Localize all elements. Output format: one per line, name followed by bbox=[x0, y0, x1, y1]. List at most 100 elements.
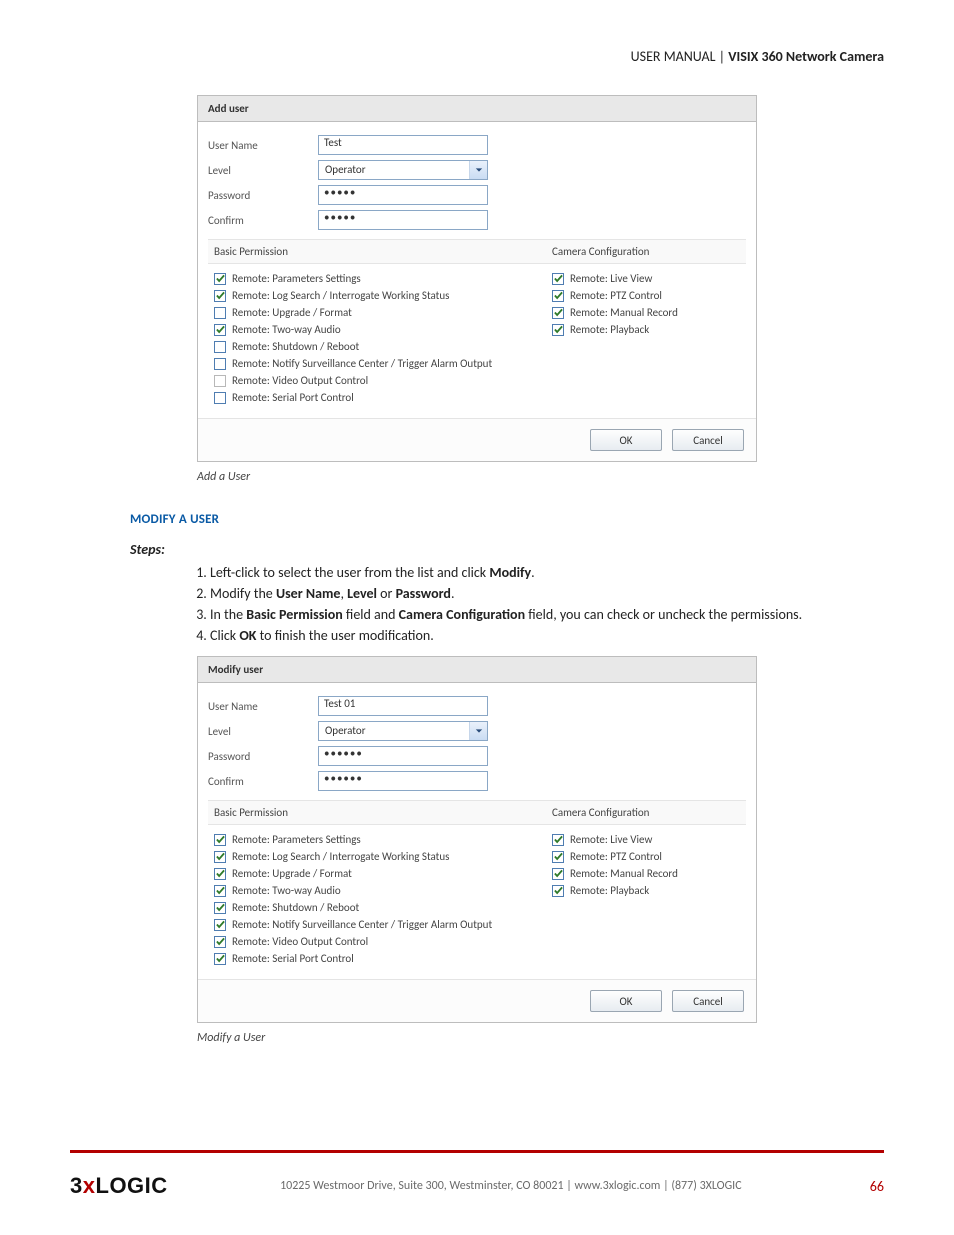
camera-config-header: Camera Configuration bbox=[546, 800, 746, 825]
permission-item[interactable]: Remote: Serial Port Control bbox=[214, 391, 540, 404]
chevron-down-icon bbox=[469, 722, 487, 740]
permission-label: Remote: Notify Surveillance Center / Tri… bbox=[232, 357, 492, 370]
permission-label: Remote: Parameters Settings bbox=[232, 833, 361, 846]
checkbox[interactable] bbox=[552, 324, 564, 336]
permission-label: Remote: Log Search / Interrogate Working… bbox=[232, 289, 449, 302]
checkbox[interactable] bbox=[214, 834, 226, 846]
confirm-input[interactable]: •••••• bbox=[318, 771, 488, 791]
checkbox[interactable] bbox=[214, 936, 226, 948]
checkbox[interactable] bbox=[214, 273, 226, 285]
permission-item[interactable]: Remote: Live View bbox=[552, 833, 740, 846]
permission-label: Remote: Upgrade / Format bbox=[232, 306, 352, 319]
cancel-button[interactable]: Cancel bbox=[672, 990, 744, 1012]
permission-item[interactable]: Remote: Video Output Control bbox=[214, 374, 540, 387]
confirm-label: Confirm bbox=[208, 775, 318, 788]
permission-label: Remote: Playback bbox=[570, 323, 649, 336]
add-user-dialog: Add user User Name Test Level Operator P… bbox=[197, 95, 757, 462]
checkbox[interactable] bbox=[214, 341, 226, 353]
checkbox[interactable] bbox=[214, 324, 226, 336]
perm-right-list: Remote: Live View Remote: PTZ Control Remo… bbox=[546, 264, 746, 344]
checkbox[interactable] bbox=[214, 358, 226, 370]
permission-label: Remote: Serial Port Control bbox=[232, 952, 354, 965]
checkbox[interactable] bbox=[214, 919, 226, 931]
permission-item[interactable]: Remote: PTZ Control bbox=[552, 850, 740, 863]
checkbox[interactable] bbox=[214, 375, 226, 387]
username-input[interactable]: Test 01 bbox=[318, 696, 488, 716]
permission-item[interactable]: Remote: Two-way Audio bbox=[214, 323, 540, 336]
checkbox[interactable] bbox=[214, 868, 226, 880]
ok-button[interactable]: OK bbox=[590, 990, 662, 1012]
checkbox[interactable] bbox=[552, 834, 564, 846]
permission-item[interactable]: Remote: Log Search / Interrogate Working… bbox=[214, 850, 540, 863]
permission-label: Remote: Live View bbox=[570, 272, 652, 285]
permission-item[interactable]: Remote: Video Output Control bbox=[214, 935, 540, 948]
permission-label: Remote: Playback bbox=[570, 884, 649, 897]
checkbox[interactable] bbox=[214, 392, 226, 404]
steps-list: Left-click to select the user from the l… bbox=[170, 564, 824, 644]
password-input[interactable]: •••••• bbox=[318, 746, 488, 766]
level-select[interactable]: Operator bbox=[318, 721, 488, 741]
checkbox[interactable] bbox=[214, 885, 226, 897]
cancel-button[interactable]: Cancel bbox=[672, 429, 744, 451]
permission-item[interactable]: Remote: Manual Record bbox=[552, 867, 740, 880]
basic-permission-header: Basic Permission bbox=[208, 800, 546, 825]
brand-logo: 3xLOGIC bbox=[70, 1173, 168, 1199]
permission-item[interactable]: Remote: PTZ Control bbox=[552, 289, 740, 302]
password-input[interactable]: ••••• bbox=[318, 185, 488, 205]
perm-left-list: Remote: Parameters Settings Remote: Log S… bbox=[208, 825, 546, 973]
doc-header-product: VISIX 360 Network Camera bbox=[728, 48, 884, 65]
checkbox[interactable] bbox=[214, 851, 226, 863]
level-label: Level bbox=[208, 725, 318, 738]
permission-item[interactable]: Remote: Log Search / Interrogate Working… bbox=[214, 289, 540, 302]
permission-item[interactable]: Remote: Serial Port Control bbox=[214, 952, 540, 965]
permission-label: Remote: Shutdown / Reboot bbox=[232, 901, 359, 914]
checkbox[interactable] bbox=[552, 307, 564, 319]
permission-item[interactable]: Remote: Live View bbox=[552, 272, 740, 285]
permission-item[interactable]: Remote: Notify Surveillance Center / Tri… bbox=[214, 918, 540, 931]
permission-item[interactable]: Remote: Playback bbox=[552, 884, 740, 897]
checkbox[interactable] bbox=[214, 953, 226, 965]
permission-item[interactable]: Remote: Parameters Settings bbox=[214, 272, 540, 285]
doc-header-prefix: USER MANUAL | bbox=[631, 48, 729, 65]
figure-caption: Modify a User bbox=[197, 1031, 757, 1045]
username-input[interactable]: Test bbox=[318, 135, 488, 155]
permission-item[interactable]: Remote: Playback bbox=[552, 323, 740, 336]
checkbox[interactable] bbox=[214, 902, 226, 914]
steps-label: Steps: bbox=[130, 541, 824, 558]
checkbox[interactable] bbox=[552, 273, 564, 285]
permission-item[interactable]: Remote: Upgrade / Format bbox=[214, 867, 540, 880]
ok-button[interactable]: OK bbox=[590, 429, 662, 451]
permission-item[interactable]: Remote: Shutdown / Reboot bbox=[214, 340, 540, 353]
checkbox[interactable] bbox=[214, 290, 226, 302]
dialog-title: Add user bbox=[198, 96, 756, 122]
checkbox[interactable] bbox=[552, 851, 564, 863]
permission-label: Remote: Video Output Control bbox=[232, 374, 368, 387]
password-label: Password bbox=[208, 189, 318, 202]
modify-user-dialog: Modify user User Name Test 01 Level Oper… bbox=[197, 656, 757, 1023]
checkbox[interactable] bbox=[552, 290, 564, 302]
section-heading: MODIFY A USER bbox=[130, 512, 824, 527]
permission-item[interactable]: Remote: Shutdown / Reboot bbox=[214, 901, 540, 914]
permission-item[interactable]: Remote: Parameters Settings bbox=[214, 833, 540, 846]
username-label: User Name bbox=[208, 139, 318, 152]
permission-item[interactable]: Remote: Manual Record bbox=[552, 306, 740, 319]
perm-left-list: Remote: Parameters Settings Remote: Log S… bbox=[208, 264, 546, 412]
checkbox[interactable] bbox=[552, 885, 564, 897]
permission-item[interactable]: Remote: Two-way Audio bbox=[214, 884, 540, 897]
username-label: User Name bbox=[208, 700, 318, 713]
step-item: Modify the User Name, Level or Password. bbox=[210, 585, 824, 602]
confirm-input[interactable]: ••••• bbox=[318, 210, 488, 230]
permission-label: Remote: Serial Port Control bbox=[232, 391, 354, 404]
permission-item[interactable]: Remote: Upgrade / Format bbox=[214, 306, 540, 319]
level-value: Operator bbox=[319, 722, 487, 739]
permission-label: Remote: Manual Record bbox=[570, 867, 678, 880]
step-item: Click OK to finish the user modification… bbox=[210, 627, 824, 644]
checkbox[interactable] bbox=[552, 868, 564, 880]
step-item: In the Basic Permission field and Camera… bbox=[210, 606, 824, 623]
permission-item[interactable]: Remote: Notify Surveillance Center / Tri… bbox=[214, 357, 540, 370]
checkbox[interactable] bbox=[214, 307, 226, 319]
level-label: Level bbox=[208, 164, 318, 177]
permission-label: Remote: Live View bbox=[570, 833, 652, 846]
level-select[interactable]: Operator bbox=[318, 160, 488, 180]
doc-header: USER MANUAL | VISIX 360 Network Camera bbox=[70, 48, 884, 65]
